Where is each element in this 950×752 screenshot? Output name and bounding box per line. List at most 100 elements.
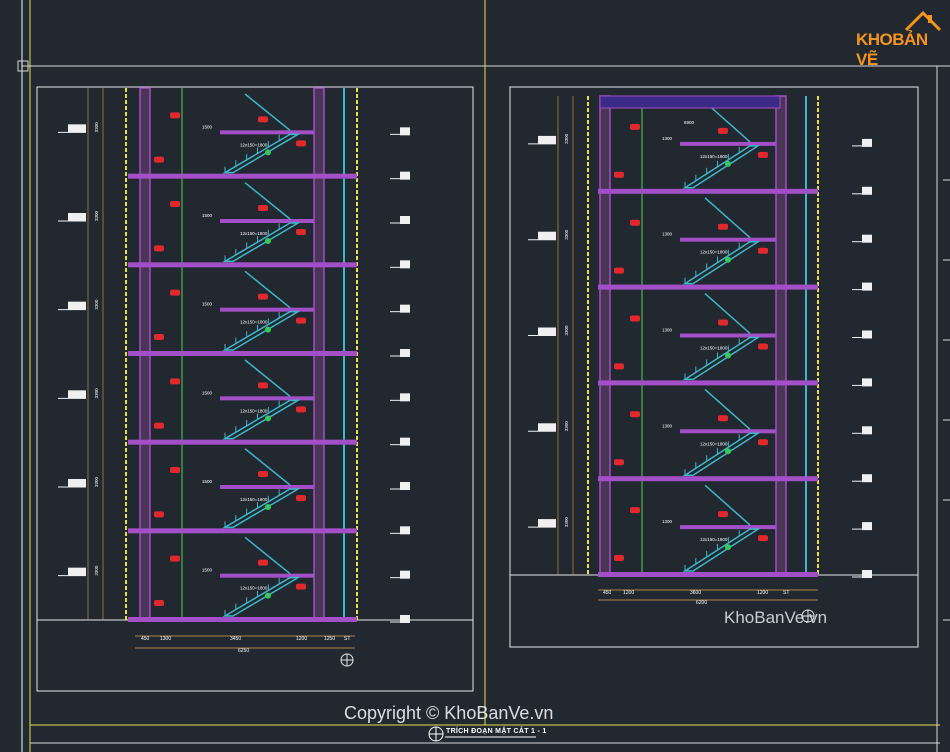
roof-slab (599, 95, 781, 109)
floor-height-label: 3300 (564, 517, 569, 528)
red-marker (630, 315, 640, 322)
level-tag (400, 260, 410, 269)
floor-slab (128, 617, 357, 622)
green-node (725, 448, 731, 455)
red-marker (718, 319, 728, 326)
floor-slab (128, 173, 357, 179)
level-tag (400, 570, 410, 579)
red-marker (296, 406, 306, 413)
elevation-tag (538, 519, 556, 528)
floor-height-label: 3300 (94, 565, 99, 576)
stair-landing (680, 333, 776, 338)
green-node (265, 326, 271, 333)
red-marker (630, 411, 640, 418)
left-dim-1: 1300 (160, 636, 171, 642)
red-marker (258, 382, 268, 389)
level-tag (400, 526, 410, 535)
step-count-label: 12x150=1800 (240, 231, 268, 236)
step-count-label: 12x150=1800 (240, 142, 268, 147)
elevation-tag (68, 567, 86, 576)
green-node (725, 352, 731, 359)
floor-slab (598, 284, 818, 290)
red-marker (296, 229, 306, 235)
green-node (265, 149, 271, 156)
floor-height-label: 3300 (94, 122, 99, 133)
red-marker (718, 223, 728, 230)
red-marker (718, 511, 728, 518)
step-count-label: 12x150=1800 (240, 586, 268, 591)
red-marker (154, 156, 164, 163)
level-tag (400, 216, 410, 224)
floor-height-label: 3300 (564, 325, 569, 336)
right-dim-total: 6200 (696, 600, 707, 606)
red-marker (258, 293, 268, 300)
red-marker (630, 123, 640, 130)
step-count-label: 12x150=1800 (700, 441, 728, 446)
green-node (265, 415, 271, 422)
floor-height-label: 3300 (94, 299, 99, 310)
level-tag (862, 234, 872, 243)
red-marker (170, 467, 180, 473)
left-dim-3: 1200 (296, 636, 307, 642)
left-dim-0: 450 (141, 636, 150, 642)
red-marker (758, 439, 768, 446)
cad-drawing-canvas[interactable]: 1500 12x150=1800 3300 1500 12x150=1800 3300 15… (0, 0, 950, 752)
floor-height-label: 3300 (94, 388, 99, 399)
left-axis-marker (340, 653, 354, 667)
floor-height-label: 3300 (564, 421, 569, 432)
brand-logo[interactable]: KHOBẢN VẼ (852, 10, 944, 69)
left-dim-5: ST (344, 636, 350, 642)
level-tag (862, 570, 872, 578)
level-tag (862, 186, 872, 195)
step-count-label: 12x150=1800 (240, 320, 268, 325)
green-node (725, 544, 731, 551)
stair-length-label: 1300 (662, 232, 673, 237)
step-count-label: 12x150=1800 (240, 497, 268, 502)
red-marker (258, 205, 268, 211)
floor-height-label: 3300 (564, 133, 569, 144)
left-dim-4: 1250 (324, 636, 335, 642)
copyright-text: Copyright © KhoBanVe.vn (344, 703, 554, 723)
level-tag (400, 482, 410, 490)
red-marker (758, 247, 768, 254)
house-roof-icon (904, 10, 942, 32)
right-dim-1: 1200 (623, 590, 634, 596)
floor-slab (598, 572, 818, 577)
level-tag (400, 304, 410, 313)
level-tag (862, 378, 872, 387)
step-count-label: 12x150=1800 (240, 408, 268, 413)
red-marker (630, 219, 640, 226)
red-marker (614, 363, 624, 370)
floor-slab (598, 188, 818, 194)
elevation-tag (68, 390, 86, 399)
floor-height-label: 3300 (564, 229, 569, 240)
red-marker (170, 201, 180, 207)
wall-right (775, 95, 787, 576)
red-marker (154, 511, 164, 518)
elevation-tag (68, 479, 86, 487)
elevation-tag (538, 423, 556, 432)
level-tag (862, 522, 872, 531)
red-marker (718, 415, 728, 422)
level-tag (862, 426, 872, 435)
floor-height-label: 3300 (94, 210, 99, 221)
stair-length-label: 1500 (202, 479, 213, 484)
level-tag (400, 127, 410, 136)
stair-length-label: 1300 (662, 423, 673, 428)
brand-prefix: KHO (856, 30, 893, 49)
red-marker (614, 459, 624, 466)
floor-slab (128, 528, 357, 534)
red-marker (630, 507, 640, 514)
green-node (725, 256, 731, 263)
red-marker (296, 495, 306, 501)
red-marker (614, 267, 624, 274)
red-marker (258, 559, 268, 566)
red-marker (614, 555, 624, 561)
green-node (725, 160, 731, 167)
level-tag (862, 138, 872, 147)
stair-length-label: 1300 (662, 519, 673, 524)
level-tag (400, 437, 410, 446)
level-tag (400, 393, 410, 402)
level-tag (400, 615, 410, 623)
wall-left (599, 95, 611, 576)
